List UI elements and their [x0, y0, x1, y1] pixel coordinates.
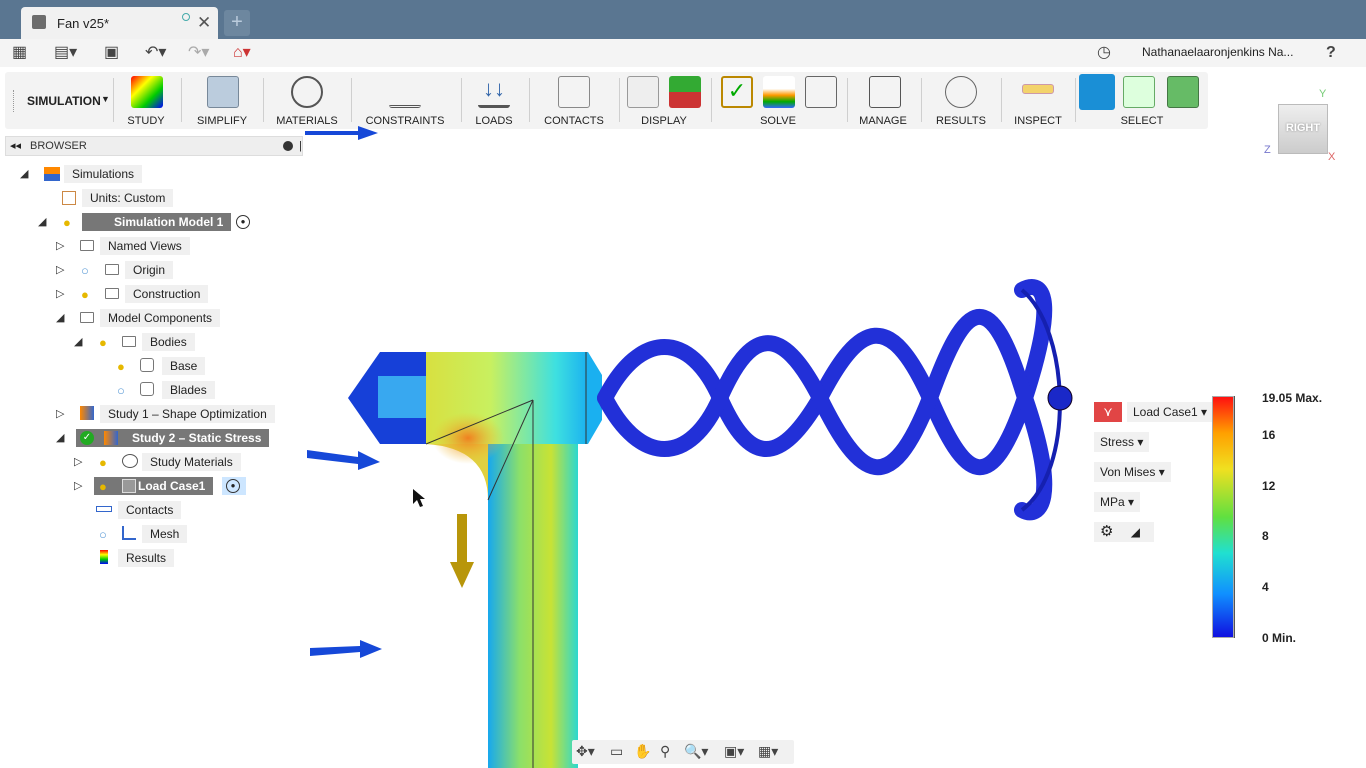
navigation-bar: ✥▾ ▭ ✋ ⚲ 🔍▾ ▣▾ ▦▾ — [572, 740, 794, 764]
orbit-icon[interactable]: ✥▾ — [576, 743, 595, 760]
display-settings-icon[interactable]: ▣▾ — [724, 743, 744, 760]
zoom-icon[interactable]: ⚲ — [660, 743, 670, 760]
legend-tick-label: 12 — [1262, 478, 1276, 493]
legend-tick-label: 16 — [1262, 428, 1276, 443]
axis-x-label: X — [1328, 151, 1336, 163]
view-cube-face-label: RIGHT — [1285, 122, 1321, 134]
grid-settings-icon[interactable]: ▦▾ — [758, 743, 778, 760]
hub-shaft — [378, 376, 430, 418]
stress-color-scale — [1212, 396, 1234, 638]
axis-z-label: Z — [1264, 144, 1271, 156]
zoom-window-icon[interactable]: 🔍▾ — [684, 743, 708, 760]
gear-icon[interactable]: ⚙ — [1100, 523, 1113, 540]
view-cube[interactable]: RIGHT — [1278, 104, 1328, 154]
stress-hotspot — [432, 412, 504, 464]
unit-dropdown[interactable]: MPa ▾ — [1094, 492, 1141, 512]
load-case-dropdown[interactable]: Load Case1 ▾ — [1127, 402, 1214, 422]
fan-blades — [597, 279, 1053, 521]
legend-options: ⚙ ◢ — [1094, 522, 1154, 542]
result-type-dropdown[interactable]: Stress ▾ — [1094, 432, 1150, 452]
result-toggle-icon[interactable]: ⋎ — [1094, 402, 1122, 422]
stress-component-dropdown[interactable]: Von Mises ▾ — [1094, 462, 1171, 482]
legend-tick-label: 8 — [1262, 529, 1269, 544]
color-scale-ticks — [1234, 396, 1242, 638]
legend-max-label: 19.05 Max. — [1262, 391, 1323, 405]
axis-y-label: Y — [1319, 88, 1327, 100]
model-viewport[interactable] — [0, 0, 1366, 768]
blade-tip-joint — [1047, 385, 1073, 411]
legend-resize-icon[interactable]: ◢ — [1131, 525, 1140, 539]
mouse-cursor — [413, 489, 425, 507]
legend-min-label: 0 Min. — [1262, 631, 1297, 645]
look-at-icon[interactable]: ▭ — [610, 743, 623, 760]
legend-tick-label: 4 — [1262, 579, 1269, 594]
pan-icon[interactable]: ✋ — [634, 743, 651, 760]
